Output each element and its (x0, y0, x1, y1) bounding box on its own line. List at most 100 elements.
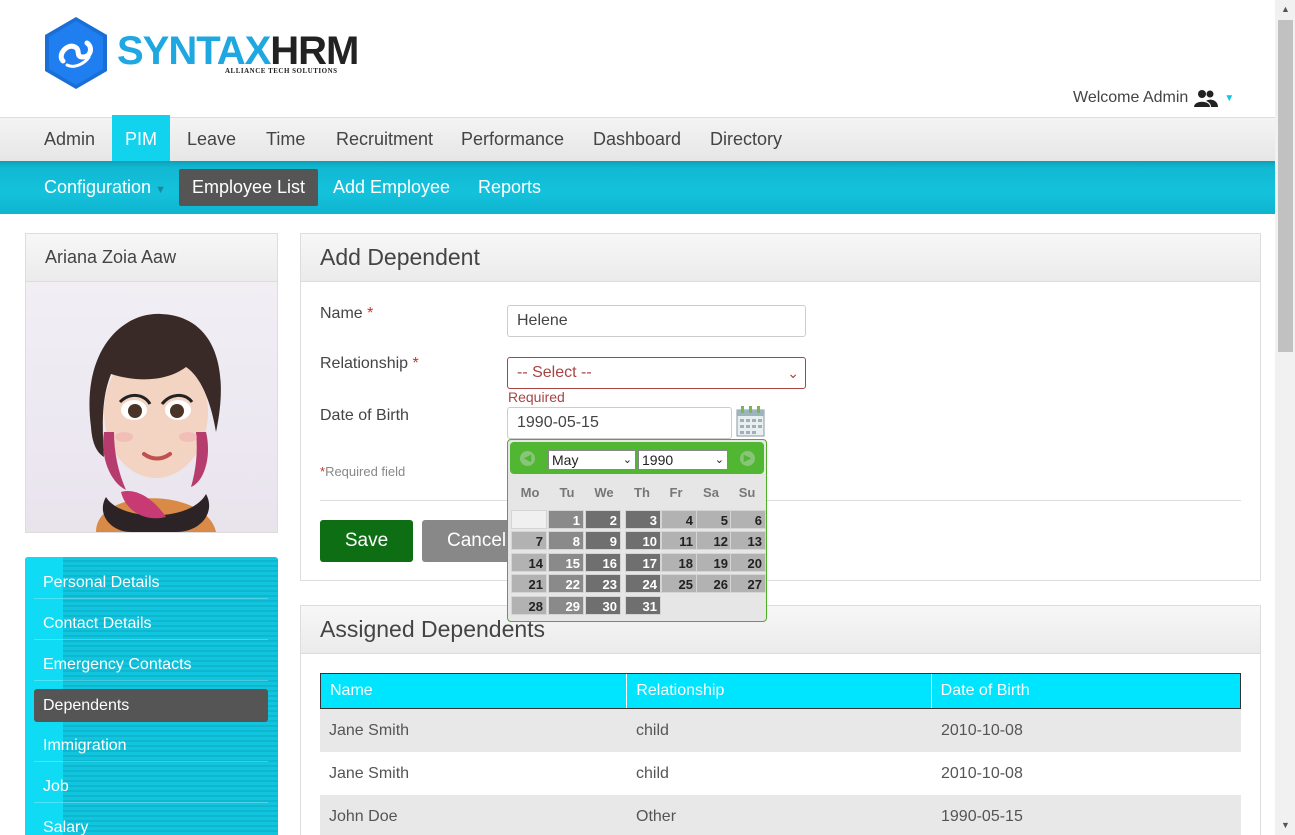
logo-tagline: ALLIANCE TECH SOLUTIONS (225, 67, 338, 75)
cell-relationship: child (636, 722, 669, 739)
datepicker-day[interactable]: 18 (661, 553, 697, 572)
nav-recruitment[interactable]: Recruitment (323, 118, 446, 162)
chevron-down-icon: ⌄ (622, 454, 632, 466)
dob-input[interactable]: 1990-05-15 (507, 407, 732, 439)
calendar-icon[interactable] (736, 406, 765, 437)
employee-profile-card: Ariana Zoia Aaw (25, 233, 278, 533)
nav-dashboard[interactable]: Dashboard (580, 118, 694, 162)
nav-pim[interactable]: PIM (112, 115, 171, 162)
chevron-down-icon: ▼ (155, 184, 166, 196)
syntaxhrm-logo[interactable]: SYNTAXHRM ALLIANCE TECH SOLUTIONS (45, 17, 375, 89)
page-scrollbar[interactable]: ▲ ▼ (1275, 0, 1295, 835)
datepicker-day[interactable]: 1 (548, 510, 584, 529)
datepicker-day[interactable]: 29 (548, 596, 584, 615)
datepicker-day[interactable]: 19 (696, 553, 732, 572)
column-header-dob[interactable]: Date of Birth (932, 674, 1240, 708)
table-row[interactable]: Jane Smith child 2010-10-08 (320, 709, 1241, 752)
datepicker-day[interactable]: 24 (625, 574, 661, 593)
sidemenu-emergency-contacts[interactable]: Emergency Contacts (34, 648, 268, 681)
table-header: Name Relationship Date of Birth (320, 673, 1241, 709)
welcome-text: Welcome Admin (1073, 89, 1189, 106)
save-button[interactable]: Save (320, 520, 413, 562)
datepicker-day[interactable]: 22 (548, 574, 584, 593)
scroll-up-icon[interactable]: ▲ (1281, 4, 1290, 14)
datepicker-day[interactable]: 9 (585, 531, 621, 550)
nav-leave[interactable]: Leave (174, 118, 249, 162)
logo-hex-icon (45, 17, 107, 89)
datepicker-day[interactable]: 20 (730, 553, 766, 572)
cell-dob: 2010-10-08 (941, 722, 1023, 739)
datepicker-day[interactable]: 15 (548, 553, 584, 572)
datepicker-day[interactable]: 16 (585, 553, 621, 572)
subnav-configuration[interactable]: Configuration ▼ (31, 169, 179, 206)
cell-relationship: Other (636, 808, 677, 825)
sidemenu-immigration[interactable]: Immigration (34, 729, 268, 762)
datepicker-day[interactable]: 27 (730, 574, 766, 593)
column-header-relationship[interactable]: Relationship (627, 674, 932, 708)
relationship-label: Relationship * (320, 355, 419, 372)
subnav-reports[interactable]: Reports (465, 169, 554, 206)
dependents-table: Name Relationship Date of Birth Jane Smi… (320, 673, 1241, 835)
welcome-menu[interactable]: Welcome Admin ▼ (1073, 89, 1234, 107)
sidemenu-salary[interactable]: Salary (34, 811, 268, 835)
page-header: SYNTAXHRM ALLIANCE TECH SOLUTIONS Welcom… (0, 0, 1275, 117)
assigned-dependents-panel: Assigned Dependents Name Relationship Da… (300, 605, 1261, 835)
datepicker-day[interactable]: 17 (625, 553, 661, 572)
column-header-name[interactable]: Name (321, 674, 628, 708)
cell-name: Jane Smith (329, 765, 410, 782)
scrollbar-thumb[interactable] (1278, 20, 1293, 352)
datepicker-day[interactable]: 12 (696, 531, 732, 550)
datepicker-day[interactable]: 3 (625, 510, 661, 529)
employee-side-menu: Personal Details Contact Details Emergen… (25, 557, 278, 835)
datepicker-month-select[interactable]: May ⌄ (548, 450, 636, 470)
name-input[interactable]: Helene (507, 305, 806, 337)
table-row[interactable]: Jane Smith child 2010-10-08 (320, 752, 1241, 795)
weekday-label: Mo (520, 485, 540, 500)
datepicker-day[interactable]: 8 (548, 531, 584, 550)
cell-name: Jane Smith (329, 722, 410, 739)
logo-wordmark: SYNTAXHRM (117, 29, 359, 73)
nav-performance[interactable]: Performance (448, 118, 577, 162)
datepicker-day[interactable]: 4 (661, 510, 697, 529)
datepicker-day[interactable]: 14 (511, 553, 547, 572)
datepicker-day[interactable]: 28 (511, 596, 547, 615)
datepicker-day[interactable]: 7 (511, 531, 547, 550)
avatar-illustration (89, 313, 221, 532)
sidemenu-contact-details[interactable]: Contact Details (34, 607, 268, 640)
prev-month-icon[interactable]: ◀ (520, 451, 535, 466)
required-field-note: *Required field (320, 464, 406, 479)
main-navigation: Admin PIM Leave Time Recruitment Perform… (0, 115, 1275, 162)
nav-admin[interactable]: Admin (31, 118, 108, 162)
datepicker-day[interactable]: 23 (585, 574, 621, 593)
datepicker-day[interactable]: 6 (730, 510, 766, 529)
relationship-select[interactable]: -- Select -- ⌄ (507, 357, 806, 389)
datepicker-day[interactable]: 2 (585, 510, 621, 529)
datepicker-day[interactable]: 26 (696, 574, 732, 593)
subnav-add-employee[interactable]: Add Employee (320, 169, 463, 206)
datepicker-day[interactable]: 10 (625, 531, 661, 550)
employee-photo[interactable] (26, 282, 277, 532)
datepicker-day[interactable]: 5 (696, 510, 732, 529)
nav-directory[interactable]: Directory (697, 118, 795, 162)
datepicker-year-select[interactable]: 1990 ⌄ (638, 450, 728, 470)
assigned-dependents-title: Assigned Dependents (301, 606, 1260, 654)
nav-time[interactable]: Time (253, 118, 318, 162)
weekday-label: Sa (703, 485, 719, 500)
sidemenu-job[interactable]: Job (34, 770, 268, 803)
cell-relationship: child (636, 765, 669, 782)
datepicker-header: ◀ May ⌄ 1990 ⌄ ▶ (510, 442, 764, 474)
datepicker-day[interactable]: 11 (661, 531, 697, 550)
scroll-down-icon[interactable]: ▼ (1281, 820, 1290, 830)
datepicker-day[interactable]: 13 (730, 531, 766, 550)
next-month-icon[interactable]: ▶ (740, 451, 755, 466)
add-dependent-title: Add Dependent (301, 234, 1260, 282)
subnav-employee-list[interactable]: Employee List (179, 169, 319, 206)
datepicker-day[interactable]: 21 (511, 574, 547, 593)
sidemenu-personal-details[interactable]: Personal Details (34, 566, 268, 599)
datepicker-day[interactable]: 25 (661, 574, 697, 593)
datepicker-day[interactable]: 31 (625, 596, 661, 615)
datepicker-day[interactable]: 30 (585, 596, 621, 615)
weekday-label: Th (634, 485, 650, 500)
sidemenu-dependents[interactable]: Dependents (34, 689, 268, 722)
table-row[interactable]: John Doe Other 1990-05-15 (320, 795, 1241, 835)
